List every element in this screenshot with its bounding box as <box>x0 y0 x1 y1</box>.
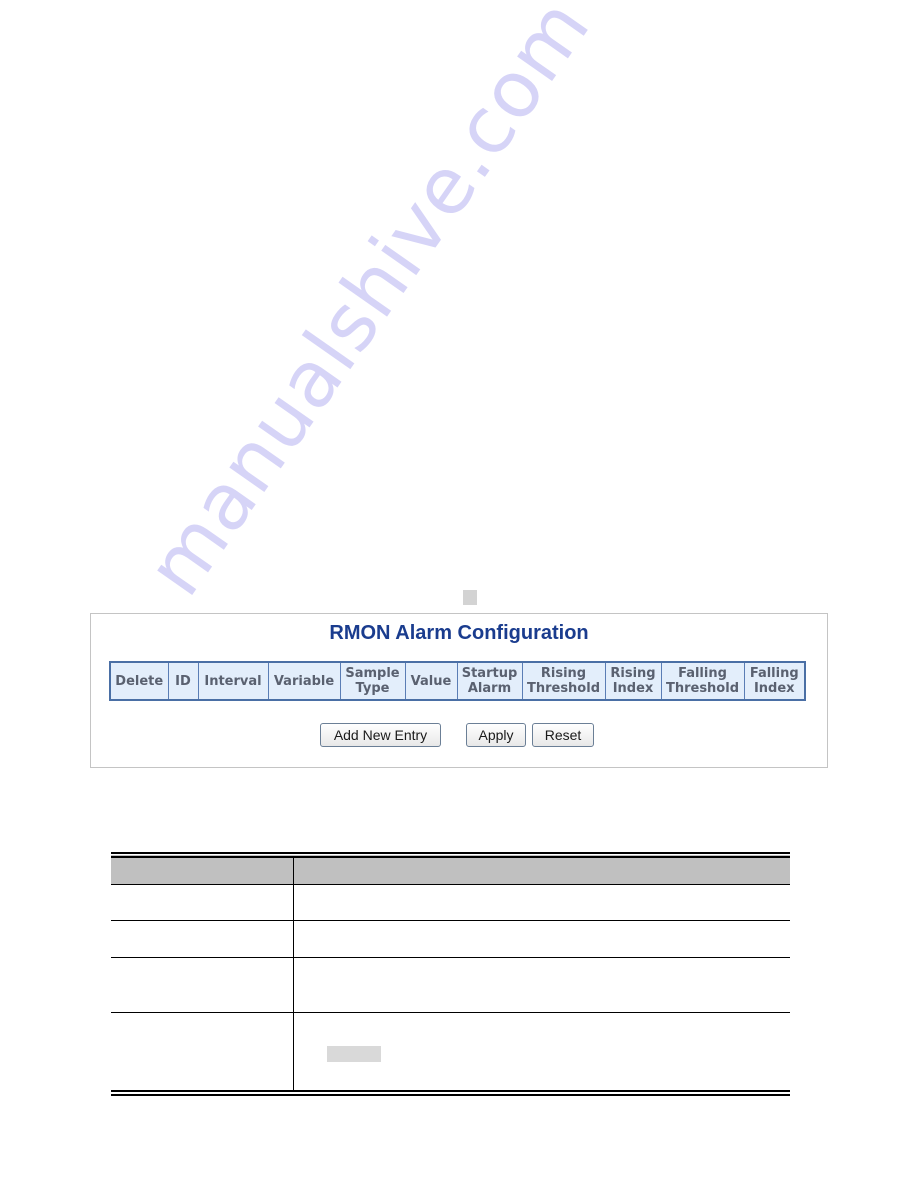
description-table <box>111 852 790 1096</box>
table-cell <box>111 957 294 1013</box>
table-row <box>111 1012 790 1093</box>
column-header-interval: Interval <box>197 661 269 701</box>
apply-button[interactable]: Apply <box>466 723 526 747</box>
column-header-falling-index: Falling Index <box>743 661 806 701</box>
column-header-delete: Delete <box>109 661 169 701</box>
table-cell <box>293 920 790 958</box>
column-header-sample-type: Sample Type <box>339 661 406 701</box>
page-title: RMON Alarm Configuration <box>329 622 589 644</box>
description-header-description <box>293 855 790 885</box>
column-header-rising-threshold: Rising Threshold <box>521 661 606 701</box>
table-cell <box>111 884 294 921</box>
column-header-rising-index: Rising Index <box>604 661 662 701</box>
add-new-entry-button[interactable]: Add New Entry <box>320 723 441 747</box>
table-row <box>111 920 790 958</box>
table-cell <box>111 920 294 958</box>
reset-button[interactable]: Reset <box>532 723 594 747</box>
column-header-variable: Variable <box>267 661 341 701</box>
table-cell <box>293 884 790 921</box>
watermark: manualshive.com <box>130 0 608 612</box>
rmon-alarm-config-panel: RMON Alarm Configuration Delete ID Inter… <box>90 613 828 768</box>
highlighted-button-placeholder <box>326 1045 381 1062</box>
column-header-startup-alarm: Startup Alarm <box>456 661 523 701</box>
table-cell <box>293 957 790 1013</box>
column-header-id: ID <box>167 661 199 701</box>
table-cell <box>293 1012 790 1093</box>
table-row <box>111 884 790 921</box>
description-header-object <box>111 855 294 885</box>
button-row: Add New Entry Apply Reset <box>91 723 827 747</box>
placeholder-box <box>463 590 477 605</box>
table-cell <box>111 1012 294 1093</box>
table-row <box>111 957 790 1013</box>
description-header-row <box>111 855 790 885</box>
column-header-value: Value <box>404 661 458 701</box>
table-header-row: Delete ID Interval Variable Sample Type V… <box>109 661 806 701</box>
column-header-falling-threshold: Falling Threshold <box>660 661 745 701</box>
rmon-alarm-table: Delete ID Interval Variable Sample Type V… <box>109 661 806 701</box>
